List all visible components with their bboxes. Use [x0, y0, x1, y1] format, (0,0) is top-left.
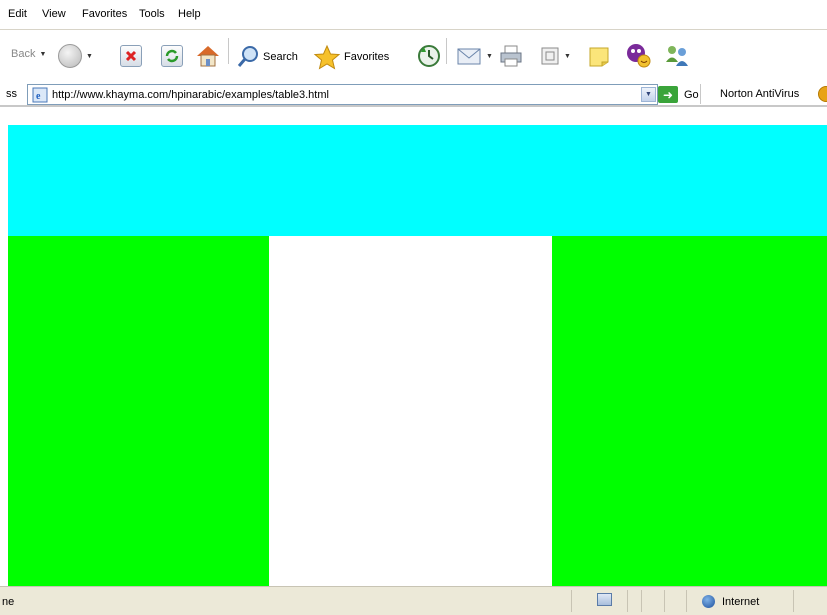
address-separator	[700, 84, 701, 104]
go-button[interactable]: ➜ Go	[658, 86, 699, 103]
status-pane-divider	[571, 590, 572, 612]
table-cell-bottom-middle	[269, 236, 552, 586]
security-zone[interactable]: Internet	[702, 595, 759, 608]
status-window-icon	[597, 593, 612, 606]
contacts-icon	[666, 46, 688, 66]
messenger-button[interactable]	[624, 41, 654, 69]
table-cell-bottom-left	[8, 236, 269, 586]
refresh-button[interactable]	[161, 45, 183, 67]
edit-button[interactable]: ▼	[540, 46, 571, 66]
status-pane-divider	[641, 590, 642, 612]
search-label: Search	[263, 51, 298, 63]
edit-dropdown-icon[interactable]: ▼	[564, 53, 571, 60]
zone-label: Internet	[722, 595, 760, 608]
home-button[interactable]	[194, 43, 222, 69]
favorites-star-icon	[313, 44, 341, 70]
address-label: ss	[6, 88, 17, 100]
refresh-icon	[161, 45, 183, 67]
menu-edit[interactable]: Edit	[8, 8, 27, 20]
mail-icon	[457, 48, 481, 65]
status-pane-divider	[627, 590, 628, 612]
menu-favorites[interactable]: Favorites	[82, 8, 127, 20]
history-icon	[418, 45, 440, 67]
table-cell-top	[8, 125, 827, 236]
history-button[interactable]	[417, 44, 441, 68]
toolbar-separator	[446, 38, 447, 64]
globe-icon	[702, 595, 715, 608]
mail-dropdown-icon[interactable]: ▼	[486, 53, 493, 60]
back-label: Back	[11, 48, 36, 60]
back-button[interactable]: Back ▼	[8, 48, 46, 60]
status-pane-divider	[664, 590, 665, 612]
address-bar: ss e http://www.khayma.com/hpinarabic/ex…	[0, 82, 827, 107]
svg-text:e: e	[36, 91, 41, 102]
stop-button[interactable]	[120, 45, 142, 67]
menu-bar: Edit View Favorites Tools Help	[0, 0, 827, 30]
status-pane-divider	[793, 590, 794, 612]
mail-button[interactable]: ▼	[456, 46, 493, 66]
menu-help[interactable]: Help	[178, 8, 201, 20]
forward-button[interactable]: ▼	[58, 44, 93, 68]
home-icon	[197, 46, 219, 67]
ie-page-icon: e	[32, 87, 48, 102]
address-dropdown-icon[interactable]: ▼	[641, 87, 656, 102]
print-icon	[500, 45, 522, 67]
status-bar: ne Internet	[0, 586, 827, 615]
search-button[interactable]: Search	[236, 45, 298, 69]
norton-icon[interactable]	[818, 86, 827, 102]
search-icon	[237, 46, 258, 67]
forward-icon	[58, 44, 82, 68]
contacts-button[interactable]	[663, 42, 691, 70]
menu-tools[interactable]: Tools	[139, 8, 165, 20]
menu-view[interactable]: View	[42, 8, 66, 20]
back-dropdown-icon[interactable]: ▼	[39, 51, 46, 58]
messenger-icon	[627, 44, 651, 68]
address-input[interactable]: e http://www.khayma.com/hpinarabic/examp…	[27, 84, 658, 105]
stop-icon	[120, 45, 142, 67]
status-text: ne	[2, 596, 15, 608]
go-label: Go	[684, 88, 699, 101]
favorites-label: Favorites	[344, 51, 390, 63]
go-arrow-icon: ➜	[658, 86, 678, 103]
forward-dropdown-icon[interactable]: ▼	[86, 53, 93, 60]
norton-antivirus-button[interactable]: Norton AntiVirus	[720, 88, 799, 100]
favorites-button[interactable]: Favorites	[313, 44, 389, 70]
notes-icon	[589, 47, 609, 67]
toolbar-separator	[228, 38, 229, 64]
table-cell-bottom-right	[552, 236, 827, 586]
edit-icon	[541, 47, 559, 65]
print-button[interactable]	[499, 44, 523, 68]
notes-button[interactable]	[587, 45, 611, 69]
status-pane-divider	[686, 590, 687, 612]
address-url: http://www.khayma.com/hpinarabic/example…	[52, 88, 329, 101]
toolbar: Back ▼ ▼ Search Favorites ▼ ▼	[0, 30, 827, 82]
page-content	[0, 109, 827, 586]
